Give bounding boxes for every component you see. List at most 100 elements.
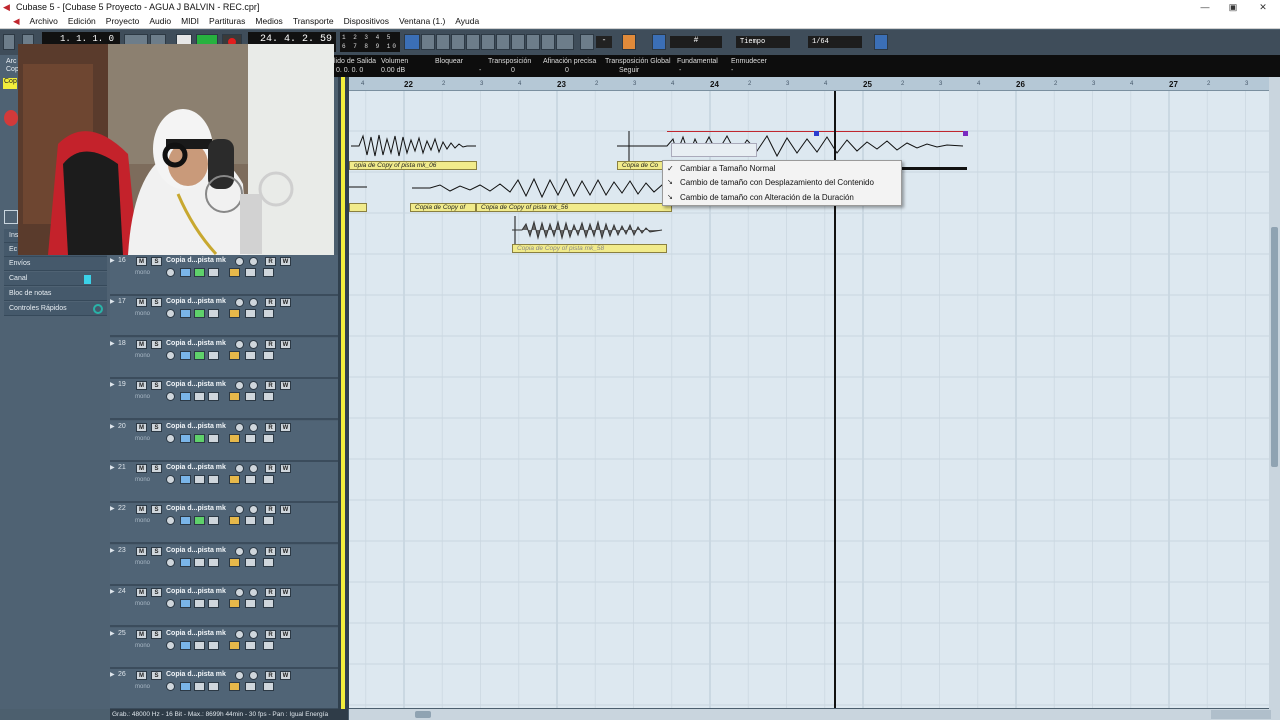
solo-button[interactable]: S [151,464,162,473]
mute-button[interactable]: M [136,422,147,432]
eq-icon[interactable] [194,557,205,567]
write-button[interactable]: W [280,546,291,556]
zoom-tool-icon[interactable] [481,34,495,50]
track-row[interactable]: 18 M S Copia d...pista mk R Wmono ▶ [110,337,338,379]
menu-proyecto[interactable]: Proyecto [101,14,145,28]
write-button[interactable]: W [280,629,291,639]
pointer-tool-icon[interactable] [404,34,420,50]
automation-write-icon[interactable] [263,599,274,609]
insert-icon[interactable] [180,392,191,402]
solo-button[interactable]: S [151,588,162,598]
quantize-preset-grid[interactable]: 1 2 3 4 56 7 8 9 10 [340,32,400,52]
lock-icon[interactable] [229,640,240,650]
automation-read-icon[interactable] [245,392,256,402]
record-enable-icon[interactable] [235,381,244,391]
edit-channel-icon[interactable] [166,557,175,567]
menu-partituras[interactable]: Partituras [204,14,250,28]
automation-read-icon[interactable] [245,516,256,526]
write-button[interactable]: W [280,505,291,515]
mute-button[interactable]: M [136,257,147,266]
track-row[interactable]: 16 M S Copia d...pista mk R Wmono ▶ [110,255,338,296]
write-button[interactable]: W [280,671,291,680]
expand-track-icon[interactable]: ▶ [110,588,116,596]
eq-icon[interactable] [194,433,205,443]
read-button[interactable]: R [265,546,276,556]
eq-icon[interactable] [194,475,205,484]
info-value-enmudecer[interactable]: - [731,67,733,74]
send-icon[interactable] [208,557,219,567]
record-enable-icon[interactable] [235,464,244,473]
lock-icon[interactable] [229,268,240,277]
read-button[interactable]: R [265,381,276,391]
close-icon[interactable]: ✕ [1246,0,1280,14]
insert-icon[interactable] [180,640,191,650]
automation-write-icon[interactable] [263,516,274,526]
ctx-item-normal[interactable]: ✓ Cambiar a Tamaño Normal [663,162,901,176]
quantize-select[interactable]: 1/64 [808,36,862,48]
edit-channel-icon[interactable] [166,350,175,360]
eq-icon[interactable] [194,392,205,402]
edit-channel-icon[interactable] [166,268,175,277]
lock-icon[interactable] [229,516,240,526]
lock-icon[interactable] [229,599,240,609]
track-name[interactable]: Copia d...pista mk [166,340,226,347]
solo-button[interactable]: S [151,505,162,515]
solo-button[interactable]: S [151,422,162,432]
record-enable-icon[interactable] [235,298,244,308]
timeline-ruler[interactable]: 22 2 3 4 23 2 3 4 24 2 3 4 25 2 3 4 26 2 3 4 27 2 3 4 [349,77,1269,91]
lock-icon[interactable] [229,392,240,402]
clip-name-small[interactable] [349,203,367,212]
insert-icon[interactable] [180,350,191,360]
monitor-icon[interactable] [249,505,258,515]
snap-icon[interactable] [622,34,636,50]
monitor-icon[interactable] [249,629,258,639]
record-enable-icon[interactable] [235,671,244,680]
automation-write-icon[interactable] [263,475,274,484]
range-tool-icon[interactable] [421,34,435,50]
automation-read-icon[interactable] [245,682,256,691]
edit-channel-icon[interactable] [166,392,175,402]
send-icon[interactable] [208,268,219,277]
automation-read-icon[interactable] [245,475,256,484]
send-icon[interactable] [208,309,219,319]
insert-icon[interactable] [180,475,191,484]
edit-channel-icon[interactable] [166,516,175,526]
automation-write-icon[interactable] [263,350,274,360]
send-icon[interactable] [208,640,219,650]
automation-write-icon[interactable] [263,268,274,277]
solo-button[interactable]: S [151,629,162,639]
track-row[interactable]: 22 M S Copia d...pista mk R Wmono ▶ [110,503,338,545]
menu-dispositivos[interactable]: Dispositivos [339,14,394,28]
clip-name-58[interactable]: Copia de Copy of pista mk_58 [512,244,667,253]
app-menu-icon[interactable]: ◀ [8,14,25,28]
expand-track-icon[interactable]: ▶ [110,298,116,306]
monitor-icon[interactable] [249,422,258,432]
track-name[interactable]: Copia d...pista mk [166,464,226,471]
grid-type-select[interactable]: Tiempo [736,36,790,48]
menu-ayuda[interactable]: Ayuda [450,14,484,28]
automation-write-icon[interactable] [263,682,274,691]
expand-track-icon[interactable]: ▶ [110,505,116,513]
solo-button[interactable]: S [151,671,162,680]
track-row[interactable]: 24 M S Copia d...pista mk R Wmono ▶ [110,586,338,628]
automation-read-icon[interactable] [245,599,256,609]
zoom-slider[interactable] [1211,710,1271,719]
record-enable-icon[interactable] [235,505,244,515]
inspector-track-name[interactable]: Cop [3,78,17,89]
edit-channel-icon[interactable] [166,599,175,609]
automation-read-icon[interactable] [245,433,256,443]
lock-icon[interactable] [229,475,240,484]
monitor-icon[interactable] [249,381,258,391]
menu-medios[interactable]: Medios [250,14,287,28]
mute-button[interactable]: M [136,588,147,598]
write-button[interactable]: W [280,381,291,391]
write-button[interactable]: W [280,298,291,308]
send-icon[interactable] [208,682,219,691]
monitor-icon[interactable] [249,464,258,473]
audio-clip-58-waveform[interactable] [512,216,668,244]
expand-track-icon[interactable]: ▶ [110,630,116,638]
info-value-volumen[interactable]: 0.00 dB [381,67,405,74]
maximize-icon[interactable]: ▣ [1216,0,1250,14]
eq-icon[interactable] [194,268,205,277]
monitor-icon[interactable] [249,339,258,349]
